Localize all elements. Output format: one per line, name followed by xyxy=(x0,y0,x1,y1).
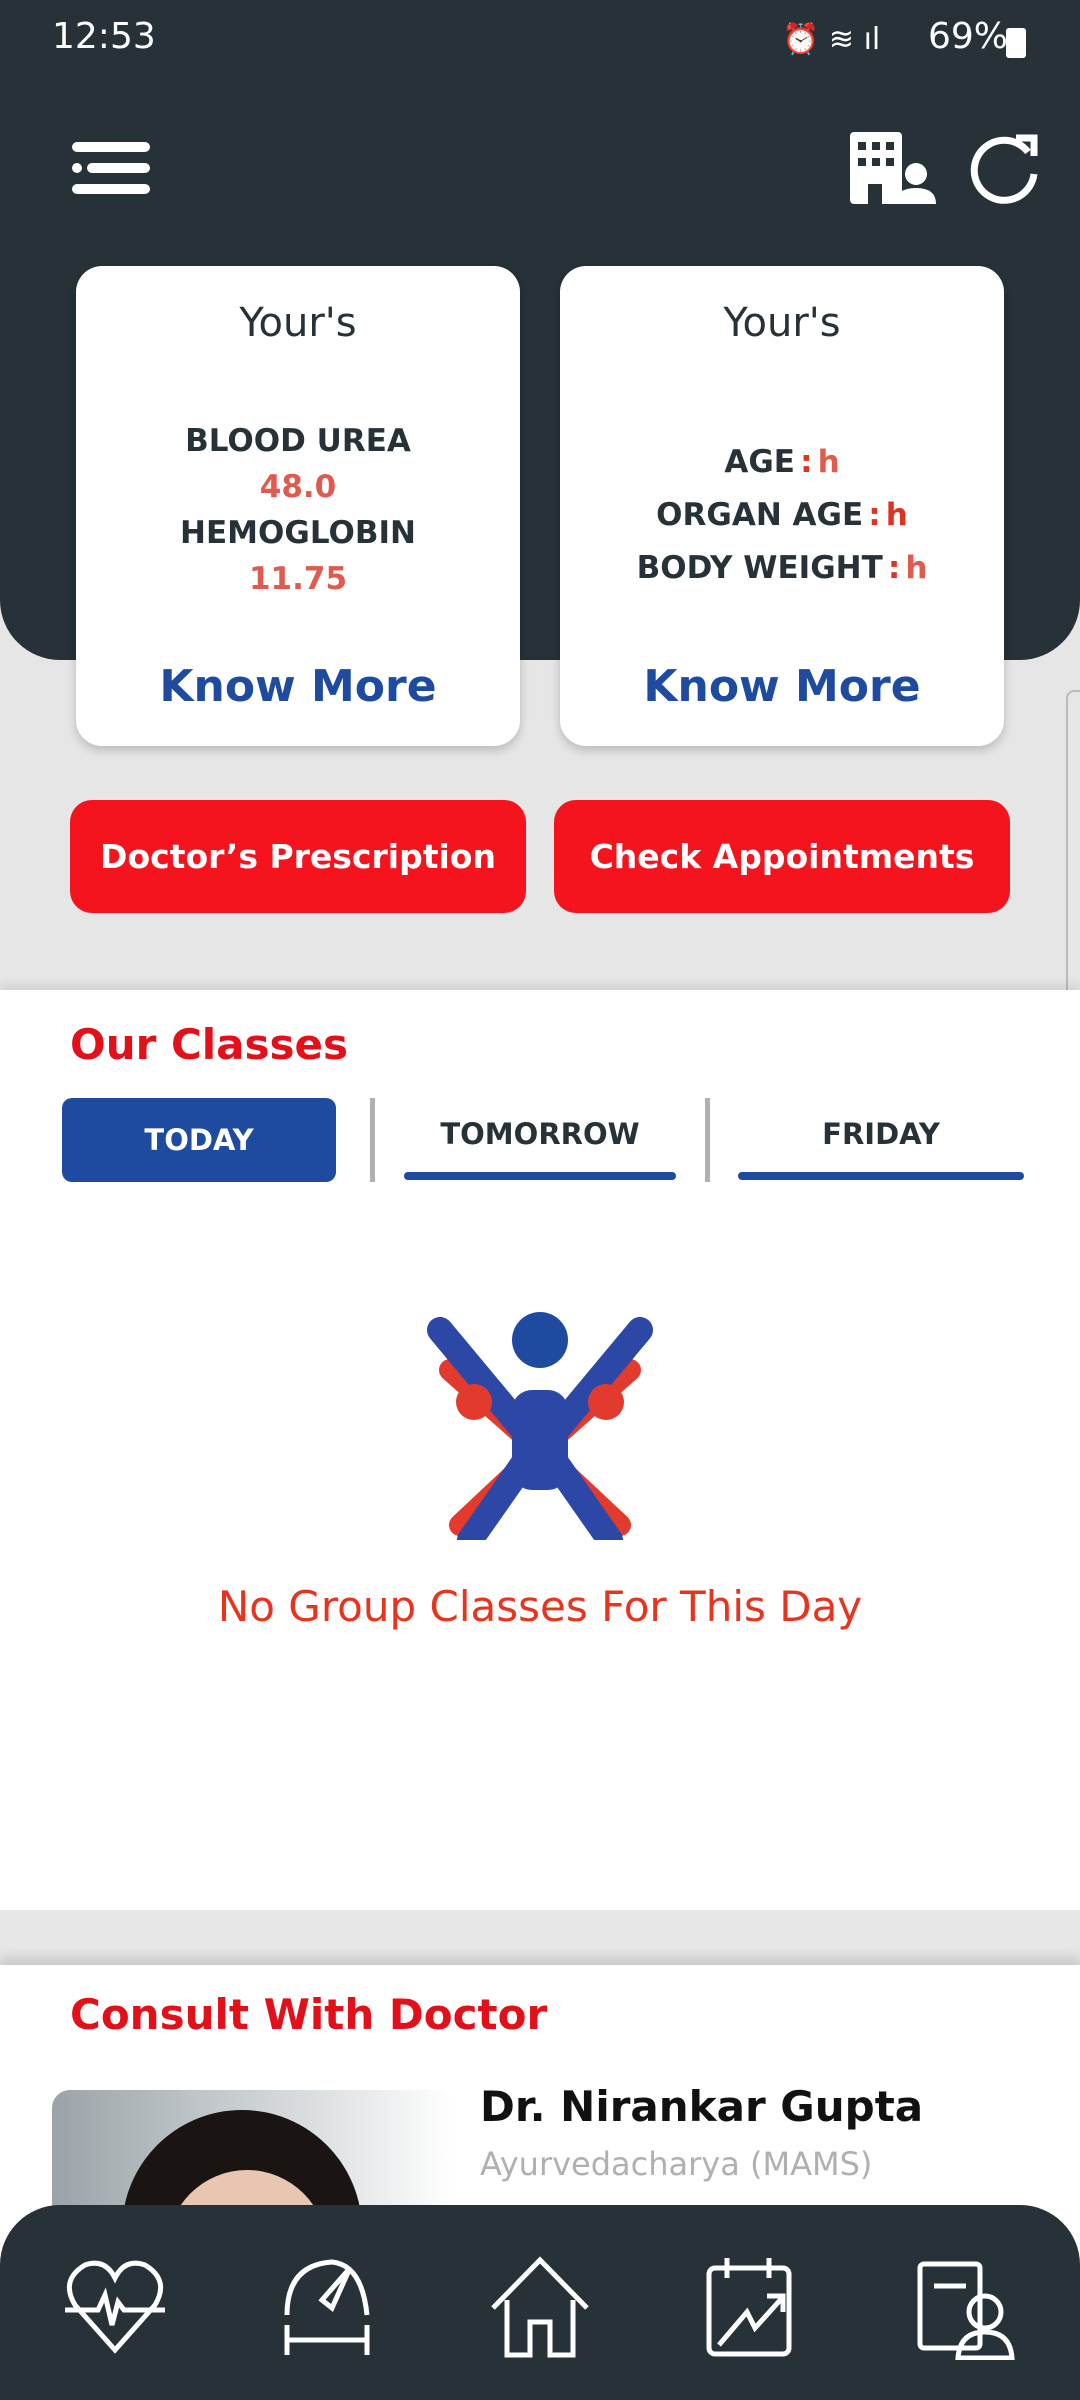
status-icons: ⏰ ≋ ıl xyxy=(782,22,881,57)
organ-age-row: ORGAN AGE : h xyxy=(560,491,1004,544)
refresh-icon[interactable] xyxy=(970,132,1042,204)
body-weight-value: h xyxy=(905,550,928,586)
scrollbar[interactable] xyxy=(1066,690,1080,1010)
tab-divider xyxy=(705,1098,710,1182)
battery-icon xyxy=(1006,28,1026,58)
tab-divider xyxy=(370,1098,375,1182)
body-stats-card[interactable]: Your's AGE : h ORGAN AGE : h BODY WEIGHT… xyxy=(560,266,1004,746)
age-row: AGE : h xyxy=(560,438,1004,491)
tab-underline xyxy=(404,1172,676,1180)
building-person-icon[interactable] xyxy=(850,132,936,204)
doctors-prescription-button[interactable]: Doctor’s Prescription xyxy=(70,800,526,913)
lab-results-card[interactable]: Your's BLOOD UREA 48.0 HEMOGLOBIN 11.75 … xyxy=(76,266,520,746)
hemoglobin-label: HEMOGLOBIN xyxy=(180,515,416,551)
card-title: Your's xyxy=(239,300,357,346)
age-value: h xyxy=(817,444,840,480)
tab-friday[interactable]: FRIDAY xyxy=(738,1098,1024,1170)
status-time: 12:53 xyxy=(52,16,156,57)
group-classes-logo xyxy=(427,1312,653,1540)
body-weight-label: BODY WEIGHT xyxy=(636,550,883,586)
no-classes-message: No Group Classes For This Day xyxy=(217,1582,863,1631)
check-appointments-button[interactable]: Check Appointments xyxy=(554,800,1010,913)
separator: : xyxy=(887,550,901,586)
fitness-gauge-icon[interactable] xyxy=(272,2250,382,2360)
know-more-link[interactable]: Know More xyxy=(76,661,520,712)
home-icon[interactable] xyxy=(485,2250,595,2360)
battery-level: 69% xyxy=(928,16,1009,57)
card-title: Your's xyxy=(723,300,841,346)
tab-today[interactable]: TODAY xyxy=(62,1098,336,1182)
hemoglobin-value: 11.75 xyxy=(248,561,348,597)
consult-title: Consult With Doctor xyxy=(70,1990,548,2039)
classes-title: Our Classes xyxy=(70,1020,348,1069)
age-label: AGE xyxy=(724,444,795,480)
blood-urea-label: BLOOD UREA xyxy=(185,423,411,459)
heart-pulse-icon[interactable] xyxy=(60,2250,170,2360)
organ-age-value: h xyxy=(885,497,908,533)
doctor-report-icon[interactable] xyxy=(910,2250,1020,2360)
body-weight-row: BODY WEIGHT : h xyxy=(560,544,1004,597)
doctor-qualification: Ayurvedacharya (MAMS) xyxy=(480,2145,873,2183)
tab-underline xyxy=(738,1172,1024,1180)
organ-age-label: ORGAN AGE xyxy=(656,497,864,533)
blood-urea-value: 48.0 xyxy=(259,469,337,505)
know-more-link[interactable]: Know More xyxy=(560,661,1004,712)
tab-tomorrow[interactable]: TOMORROW xyxy=(404,1098,676,1170)
separator: : xyxy=(800,444,813,480)
hamburger-icon[interactable] xyxy=(72,140,152,196)
calendar-progress-icon[interactable] xyxy=(697,2250,807,2360)
separator: : xyxy=(868,497,881,533)
doctor-name[interactable]: Dr. Nirankar Gupta xyxy=(480,2082,923,2131)
